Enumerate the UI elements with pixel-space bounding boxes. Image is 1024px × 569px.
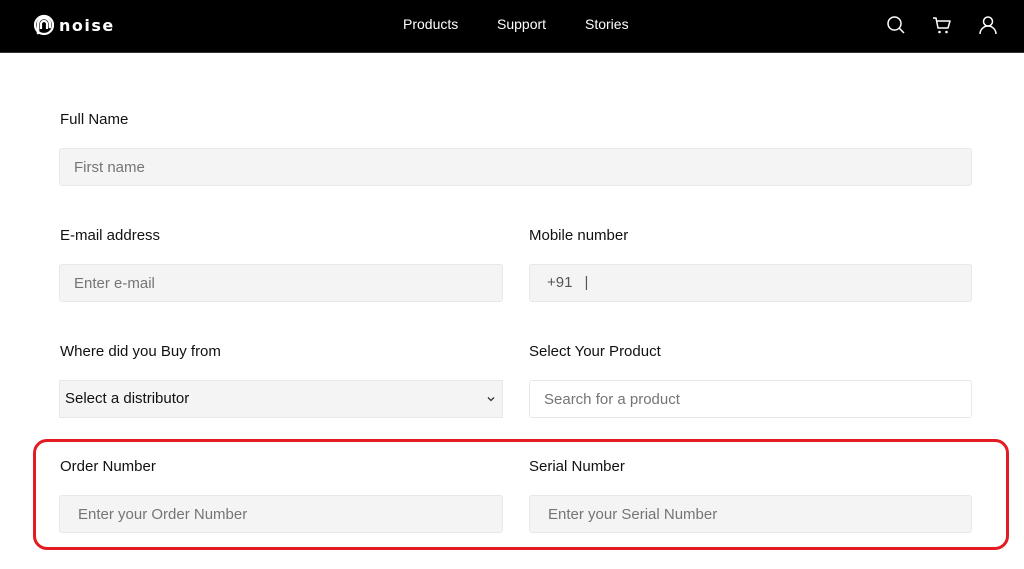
user-icon: [979, 16, 997, 35]
first-name-input[interactable]: [74, 149, 971, 185]
serial-number-label: Serial Number: [529, 458, 625, 475]
first-name-field[interactable]: [59, 148, 972, 186]
top-navbar: noise Products Support Stories: [0, 0, 1024, 53]
order-number-input[interactable]: [78, 496, 502, 532]
distributor-selected-value: Select a distributor: [65, 390, 190, 407]
distributor-select[interactable]: Select a distributor: [59, 380, 503, 418]
mobile-field[interactable]: +91 |: [529, 264, 972, 302]
prefix-divider: |: [584, 274, 589, 291]
email-field[interactable]: [59, 264, 503, 302]
nav-products[interactable]: Products: [403, 16, 458, 32]
email-input[interactable]: [74, 265, 502, 301]
cart-icon: [933, 17, 951, 34]
nav-support[interactable]: Support: [497, 16, 546, 32]
cart-button[interactable]: [931, 14, 953, 36]
serial-number-input[interactable]: [548, 496, 971, 532]
main-nav: Products Support Stories: [0, 16, 1024, 34]
product-search-field[interactable]: [529, 380, 972, 418]
serial-number-field[interactable]: [529, 495, 972, 533]
order-number-label: Order Number: [60, 458, 156, 475]
product-search-input[interactable]: [544, 381, 971, 417]
email-label: E-mail address: [60, 227, 161, 244]
account-button[interactable]: [977, 14, 999, 36]
order-number-field[interactable]: [59, 495, 503, 533]
chevron-down-icon: [487, 397, 495, 402]
country-code-prefix: +91: [547, 274, 573, 291]
product-label: Select Your Product: [529, 343, 661, 360]
search-icon: [887, 16, 905, 34]
mobile-label: Mobile number: [529, 227, 629, 244]
search-button[interactable]: [885, 14, 907, 36]
full-name-label: Full Name: [60, 111, 129, 128]
distributor-label: Where did you Buy from: [60, 343, 221, 360]
nav-stories[interactable]: Stories: [585, 16, 629, 32]
